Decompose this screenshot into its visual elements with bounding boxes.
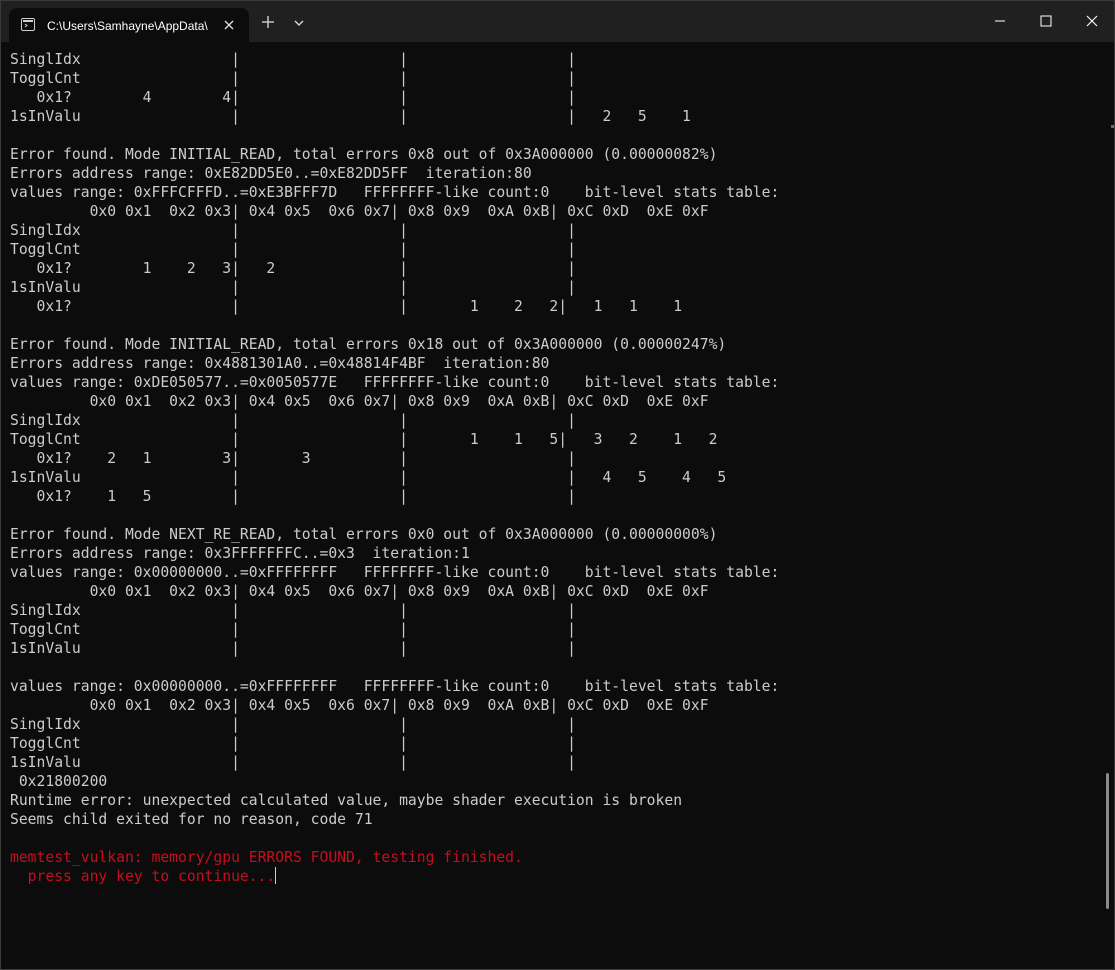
terminal-line-text: 0x0 0x1 0x2 0x3| 0x4 0x5 0x6 0x7| 0x8 0x… (10, 583, 709, 600)
terminal-line: SinglIdx | | | (10, 50, 1100, 69)
terminal-line: 0x1? 1 5 | | | (10, 487, 1100, 506)
terminal-line-text: memtest_vulkan: memory/gpu ERRORS FOUND,… (10, 849, 523, 866)
minimize-icon[interactable] (977, 1, 1023, 42)
terminal-line-text: 1sInValu | | | (10, 279, 576, 296)
terminal-line-text: press any key to continue... (10, 868, 276, 885)
terminal-line-text: values range: 0xDE050577..=0x0050577E FF… (10, 374, 780, 391)
terminal-line-text: Errors address range: 0x3FFFFFFFC..=0x3 … (10, 545, 470, 562)
terminal-line: 0x0 0x1 0x2 0x3| 0x4 0x5 0x6 0x7| 0x8 0x… (10, 392, 1100, 411)
terminal-line: Errors address range: 0x3FFFFFFFC..=0x3 … (10, 544, 1100, 563)
terminal-line-text: 0x21800200 (10, 773, 108, 790)
terminal-line: Error found. Mode INITIAL_READ, total er… (10, 335, 1100, 354)
terminal-line-text: Runtime error: unexpected calculated val… (10, 792, 683, 809)
terminal-line-text: values range: 0x00000000..=0xFFFFFFFF FF… (10, 678, 780, 695)
terminal-line: SinglIdx | | | (10, 715, 1100, 734)
terminal-line-text: 0x0 0x1 0x2 0x3| 0x4 0x5 0x6 0x7| 0x8 0x… (10, 203, 709, 220)
terminal-line: TogglCnt | | 1 1 5| 3 2 1 2 (10, 430, 1100, 449)
terminal-line: 0x21800200 (10, 772, 1100, 791)
terminal-line: 0x0 0x1 0x2 0x3| 0x4 0x5 0x6 0x7| 0x8 0x… (10, 582, 1100, 601)
terminal-line-text: 0x1? 1 2 3| 2 | | (10, 260, 576, 277)
terminal-line: values range: 0x00000000..=0xFFFFFFFF FF… (10, 677, 1100, 696)
terminal-line: TogglCnt | | | (10, 69, 1100, 88)
terminal-line-text: 1sInValu | | | 2 5 1 (10, 108, 691, 125)
terminal-line-text: SinglIdx | | | (10, 412, 576, 429)
terminal-line-text: 1sInValu | | | 4 5 4 5 (10, 469, 727, 486)
terminal-line-text: Error found. Mode INITIAL_READ, total er… (10, 336, 727, 353)
terminal-line: 0x1? 1 2 3| 2 | | (10, 259, 1100, 278)
terminal-line-text: values range: 0xFFFCFFFD..=0xE3BFFF7D FF… (10, 184, 780, 201)
terminal-line-text: SinglIdx | | | (10, 51, 576, 68)
terminal-line-text: SinglIdx | | | (10, 716, 576, 733)
plus-icon[interactable] (259, 13, 277, 31)
terminal-line: 1sInValu | | | (10, 753, 1100, 772)
terminal-line-text: 0x1? | | 1 2 2| 1 1 1 (10, 298, 683, 315)
close-icon[interactable] (1069, 1, 1115, 42)
tab-title: C:\Users\Samhayne\AppData\ (47, 19, 208, 33)
terminal-icon (21, 18, 35, 31)
terminal-line-text: SinglIdx | | | (10, 602, 576, 619)
terminal-line-text: Error found. Mode INITIAL_READ, total er… (10, 146, 718, 163)
terminal-line-text: Errors address range: 0x4881301A0..=0x48… (10, 355, 550, 372)
terminal-line: Runtime error: unexpected calculated val… (10, 791, 1100, 810)
terminal-line-text: 0x1? 1 5 | | | (10, 488, 576, 505)
terminal-line: 1sInValu | | | (10, 639, 1100, 658)
terminal-line-text: TogglCnt | | | (10, 735, 576, 752)
terminal-line: SinglIdx | | | (10, 601, 1100, 620)
terminal-line: memtest_vulkan: memory/gpu ERRORS FOUND,… (10, 848, 1100, 867)
terminal-line: 1sInValu | | | 2 5 1 (10, 107, 1100, 126)
terminal-line-text: values range: 0x00000000..=0xFFFFFFFF FF… (10, 564, 780, 581)
terminal-line-text: Errors address range: 0xE82DD5E0..=0xE82… (10, 165, 532, 182)
terminal-line-text: TogglCnt | | | (10, 70, 576, 87)
terminal-line: values range: 0x00000000..=0xFFFFFFFF FF… (10, 563, 1100, 582)
terminal-line-text: 0x0 0x1 0x2 0x3| 0x4 0x5 0x6 0x7| 0x8 0x… (10, 697, 709, 714)
maximize-icon[interactable] (1023, 1, 1069, 42)
terminal-tab[interactable]: C:\Users\Samhayne\AppData\ (9, 8, 249, 42)
terminal-line: values range: 0xDE050577..=0x0050577E FF… (10, 373, 1100, 392)
terminal-line: Errors address range: 0x4881301A0..=0x48… (10, 354, 1100, 373)
terminal-window: C:\Users\Samhayne\AppData\ SinglIdx | | … (0, 0, 1115, 970)
terminal-line-text: TogglCnt | | | (10, 241, 576, 258)
terminal-line: TogglCnt | | | (10, 620, 1100, 639)
terminal-line: press any key to continue... (10, 867, 1100, 886)
terminal-line: TogglCnt | | | (10, 240, 1100, 259)
terminal-line: 1sInValu | | | (10, 278, 1100, 297)
terminal-line-text: 1sInValu | | | (10, 754, 576, 771)
terminal-line: Error found. Mode INITIAL_READ, total er… (10, 145, 1100, 164)
terminal-line-text: SinglIdx | | | (10, 222, 576, 239)
terminal-line: 0x1? | | 1 2 2| 1 1 1 (10, 297, 1100, 316)
scrollbar-thumb[interactable] (1106, 773, 1109, 909)
text-cursor (275, 867, 277, 884)
terminal-line: TogglCnt | | | (10, 734, 1100, 753)
terminal-line: 1sInValu | | | 4 5 4 5 (10, 468, 1100, 487)
terminal-line-text: 0x1? 2 1 3| 3 | | (10, 450, 576, 467)
terminal-line: 0x1? 4 4| | | (10, 88, 1100, 107)
terminal-line-text: 0x0 0x1 0x2 0x3| 0x4 0x5 0x6 0x7| 0x8 0x… (10, 393, 709, 410)
close-icon[interactable] (220, 16, 238, 34)
terminal-line-text: Error found. Mode NEXT_RE_READ, total er… (10, 526, 718, 543)
terminal-line: SinglIdx | | | (10, 411, 1100, 430)
terminal-line: Errors address range: 0xE82DD5E0..=0xE82… (10, 164, 1100, 183)
terminal-line-text: Seems child exited for no reason, code 7… (10, 811, 373, 828)
terminal-line-text: 0x1? 4 4| | | (10, 89, 576, 106)
terminal-line-text: 1sInValu | | | (10, 640, 576, 657)
terminal-line: 0x1? 2 1 3| 3 | | (10, 449, 1100, 468)
terminal-line: 0x0 0x1 0x2 0x3| 0x4 0x5 0x6 0x7| 0x8 0x… (10, 696, 1100, 715)
terminal-output[interactable]: SinglIdx | | | TogglCnt | | | 0x1? 4 4| |… (10, 50, 1100, 965)
title-bar[interactable]: C:\Users\Samhayne\AppData\ (1, 1, 1114, 42)
terminal-line: 0x0 0x1 0x2 0x3| 0x4 0x5 0x6 0x7| 0x8 0x… (10, 202, 1100, 221)
terminal-line-text: TogglCnt | | | (10, 621, 576, 638)
terminal-line: values range: 0xFFFCFFFD..=0xE3BFFF7D FF… (10, 183, 1100, 202)
terminal-line: SinglIdx | | | (10, 221, 1100, 240)
terminal-line-text: TogglCnt | | 1 1 5| 3 2 1 2 (10, 431, 718, 448)
scrollbar-marker (1111, 125, 1114, 128)
terminal-line: Error found. Mode NEXT_RE_READ, total er… (10, 525, 1100, 544)
terminal-line: Seems child exited for no reason, code 7… (10, 810, 1100, 829)
chevron-down-icon[interactable] (291, 15, 307, 31)
